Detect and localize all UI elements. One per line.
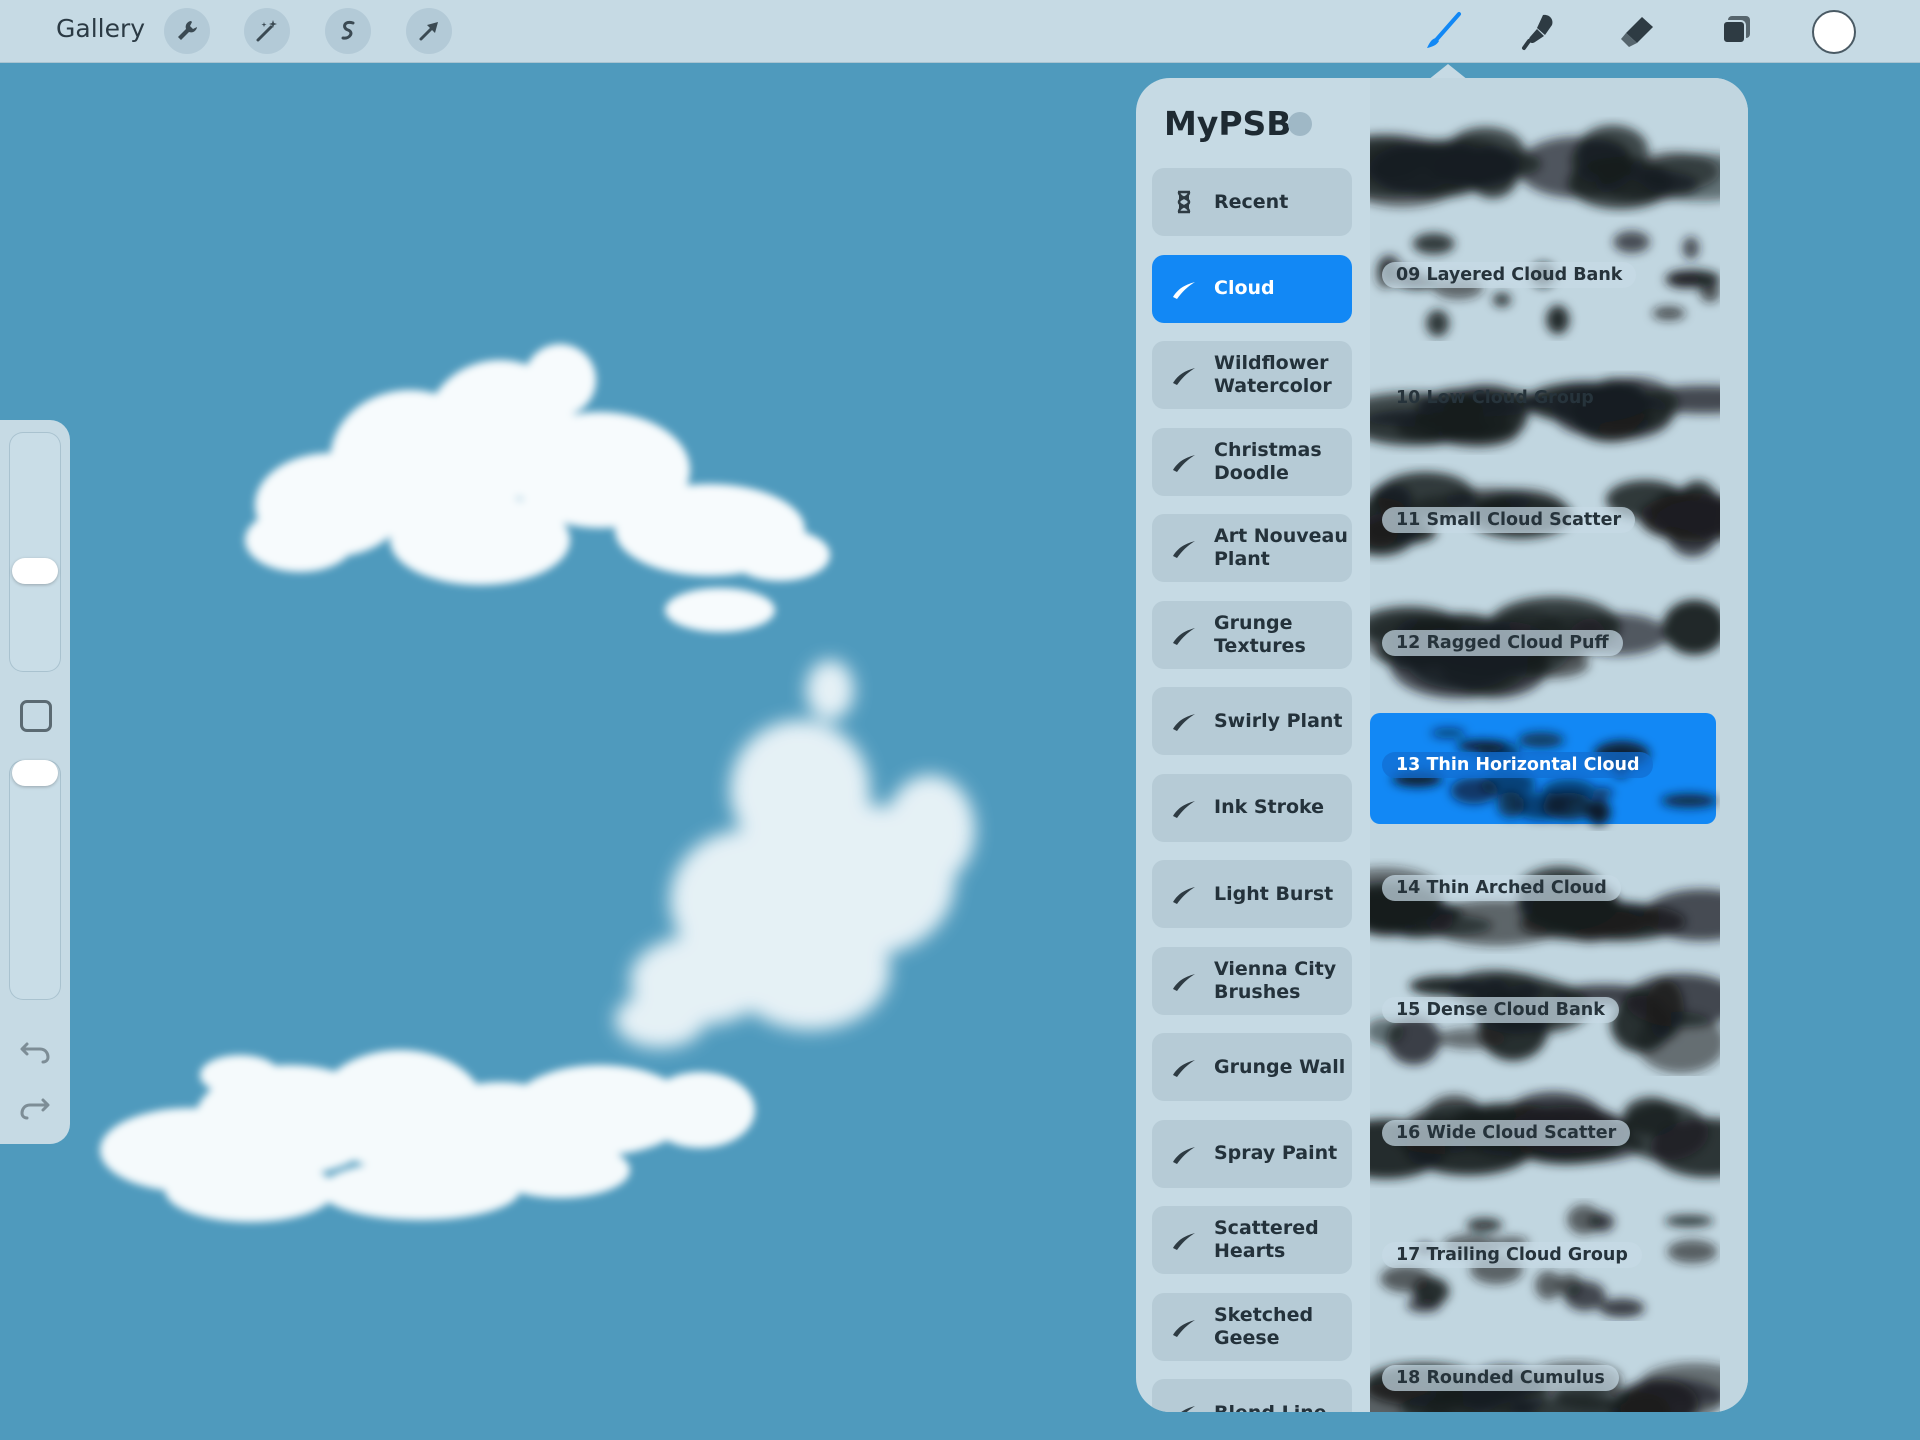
hourglass-icon: [1177, 190, 1191, 214]
brush-name-label: 14 Thin Arched Cloud: [1382, 874, 1621, 901]
brush-name-label: 13 Thin Horizontal Cloud: [1382, 752, 1654, 778]
brush-set-item[interactable]: Swirly Plant: [1152, 687, 1352, 755]
brush-set-item[interactable]: Sketched Geese: [1152, 1292, 1352, 1361]
brush-set-label: Recent: [1214, 190, 1289, 213]
brush-stroke-icon: [1173, 973, 1195, 991]
color-picker-button[interactable]: [1812, 10, 1856, 54]
undo-icon[interactable]: [18, 1034, 52, 1068]
brush-set-item[interactable]: Scattered Hearts: [1152, 1206, 1352, 1274]
brush-stroke-icon: [1173, 454, 1195, 472]
brush-set-label: Grunge Wall: [1214, 1055, 1346, 1078]
brush-item[interactable]: 10 Low Cloud Group: [1370, 341, 1748, 464]
brush-item[interactable]: 12 Ragged Cloud Puff: [1370, 586, 1748, 709]
brush-set-item[interactable]: Blend Line: [1152, 1379, 1352, 1412]
brush-set-item[interactable]: Light Burst: [1152, 860, 1352, 928]
brush-item[interactable]: 09 Layered Cloud Bank: [1370, 218, 1748, 341]
brush-set-label: Light Burst: [1214, 882, 1334, 905]
brush-stroke-icon: [1173, 1233, 1195, 1250]
brush-set-label: Art Nouveau Plant: [1214, 525, 1348, 570]
brush-stroke-icon: [1173, 1319, 1195, 1337]
selection-icon[interactable]: [325, 8, 371, 54]
brush-item[interactable]: 14 Thin Arched Cloud: [1370, 831, 1748, 954]
brush-name-label: 12 Ragged Cloud Puff: [1382, 629, 1623, 656]
brush-item[interactable]: 15 Dense Cloud Bank: [1370, 953, 1748, 1076]
brush-stroke-icon: [1181, 1406, 1195, 1412]
brush-item[interactable]: 18 Rounded Cumulus: [1370, 1321, 1748, 1412]
brush-stroke-icon: [1173, 800, 1195, 818]
brush-name-label: 18 Rounded Cumulus: [1382, 1364, 1619, 1391]
brush-set-item[interactable]: Christmas Doodle: [1152, 427, 1352, 496]
wrench-icon[interactable]: [164, 8, 210, 54]
top-toolbar: Gallery: [0, 0, 1920, 63]
brush-stroke-icon: [1173, 1146, 1195, 1164]
modifier-square-icon[interactable]: [20, 700, 52, 732]
brush-stroke-icon: [1173, 541, 1195, 558]
cloud-shape: [245, 344, 830, 632]
brush-set-item[interactable]: Vienna City Brushes: [1152, 946, 1352, 1015]
brush-name-label: 11 Small Cloud Scatter: [1382, 507, 1636, 533]
brush-set-label: Christmas Doodle: [1214, 438, 1322, 484]
brush-name-label: 17 Trailing Cloud Group: [1382, 1242, 1642, 1268]
brush-stroke-icon: [1173, 714, 1195, 731]
brush-list: 09 Layered Cloud Bank 10 Low Cloud Group 1…: [1370, 78, 1748, 1412]
brush-name-label: 15 Dense Cloud Bank: [1382, 997, 1619, 1023]
brush-set-label: Swirly Plant: [1214, 709, 1343, 732]
brush-set-label: Cloud: [1214, 277, 1275, 299]
brush-set-item[interactable]: Recent: [1152, 168, 1352, 236]
brush-set-label: Sketched Geese: [1214, 1303, 1314, 1349]
brush-item[interactable]: 11 Small Cloud Scatter: [1370, 463, 1748, 586]
transform-arrow-icon[interactable]: [406, 8, 452, 54]
brush-set-label: Scattered Hearts: [1214, 1217, 1319, 1262]
brush-stroke-icon: [1173, 368, 1195, 385]
left-sidebar: [0, 420, 70, 1144]
brush-library-panel: MyPSB 09 Layered Cloud Bank 10 Low Cloud …: [1136, 78, 1748, 1412]
brush-stroke-icon: [1173, 281, 1195, 299]
brush-size-thumb[interactable]: [12, 558, 58, 584]
brush-stroke-preview: [1370, 125, 1720, 210]
brush-set-item[interactable]: Cloud: [1152, 254, 1352, 323]
brush-name-label: 09 Layered Cloud Bank: [1382, 262, 1637, 288]
brush-set-label: Ink Stroke: [1214, 796, 1325, 818]
brush-name-label: 10 Low Cloud Group: [1396, 387, 1594, 408]
layers-icon[interactable]: [1710, 8, 1760, 54]
brush-stroke-icon: [1173, 1060, 1195, 1077]
cloud-shape: [100, 1050, 755, 1222]
brush-set-item[interactable]: Grunge Textures: [1152, 600, 1352, 669]
eraser-icon[interactable]: [1612, 8, 1662, 54]
brush-item[interactable]: 17 Trailing Cloud Group: [1370, 1198, 1748, 1321]
library-title: MyPSB: [1164, 104, 1292, 143]
checkmark-icon: [1288, 112, 1312, 136]
brush-set-item[interactable]: Wildflower Watercolor: [1152, 341, 1352, 409]
brush-icon[interactable]: [1418, 8, 1468, 54]
brush-set-label: Wildflower Watercolor: [1214, 352, 1332, 397]
smudge-icon[interactable]: [1514, 8, 1564, 54]
gallery-button[interactable]: Gallery: [56, 14, 145, 43]
brush-item[interactable]: 13 Thin Horizontal Cloud: [1370, 708, 1748, 831]
opacity-thumb[interactable]: [12, 760, 58, 786]
brush-stroke-icon: [1173, 887, 1195, 904]
brush-set-label: Spray Paint: [1214, 1142, 1338, 1164]
brush-set-label: Blend Line: [1214, 1379, 1350, 1413]
cloud-shape: [615, 660, 975, 1048]
brush-set-label: Grunge Textures: [1214, 611, 1306, 657]
brush-size-slider[interactable]: [9, 432, 61, 672]
brush-item[interactable]: [1370, 108, 1748, 210]
redo-icon[interactable]: [18, 1090, 52, 1124]
brush-stroke-icon: [1173, 627, 1195, 645]
brush-set-item[interactable]: Spray Paint: [1152, 1119, 1352, 1188]
brush-set-label: Vienna City Brushes: [1214, 957, 1337, 1003]
brush-item[interactable]: 16 Wide Cloud Scatter: [1370, 1076, 1748, 1199]
brush-set-item[interactable]: Ink Stroke: [1152, 773, 1352, 842]
brush-set-item[interactable]: Art Nouveau Plant: [1152, 514, 1352, 582]
magic-wand-icon[interactable]: [244, 8, 290, 54]
opacity-slider[interactable]: [9, 760, 61, 1000]
brush-name-label: 16 Wide Cloud Scatter: [1382, 1119, 1631, 1146]
brush-set-item[interactable]: Grunge Wall: [1152, 1033, 1352, 1101]
